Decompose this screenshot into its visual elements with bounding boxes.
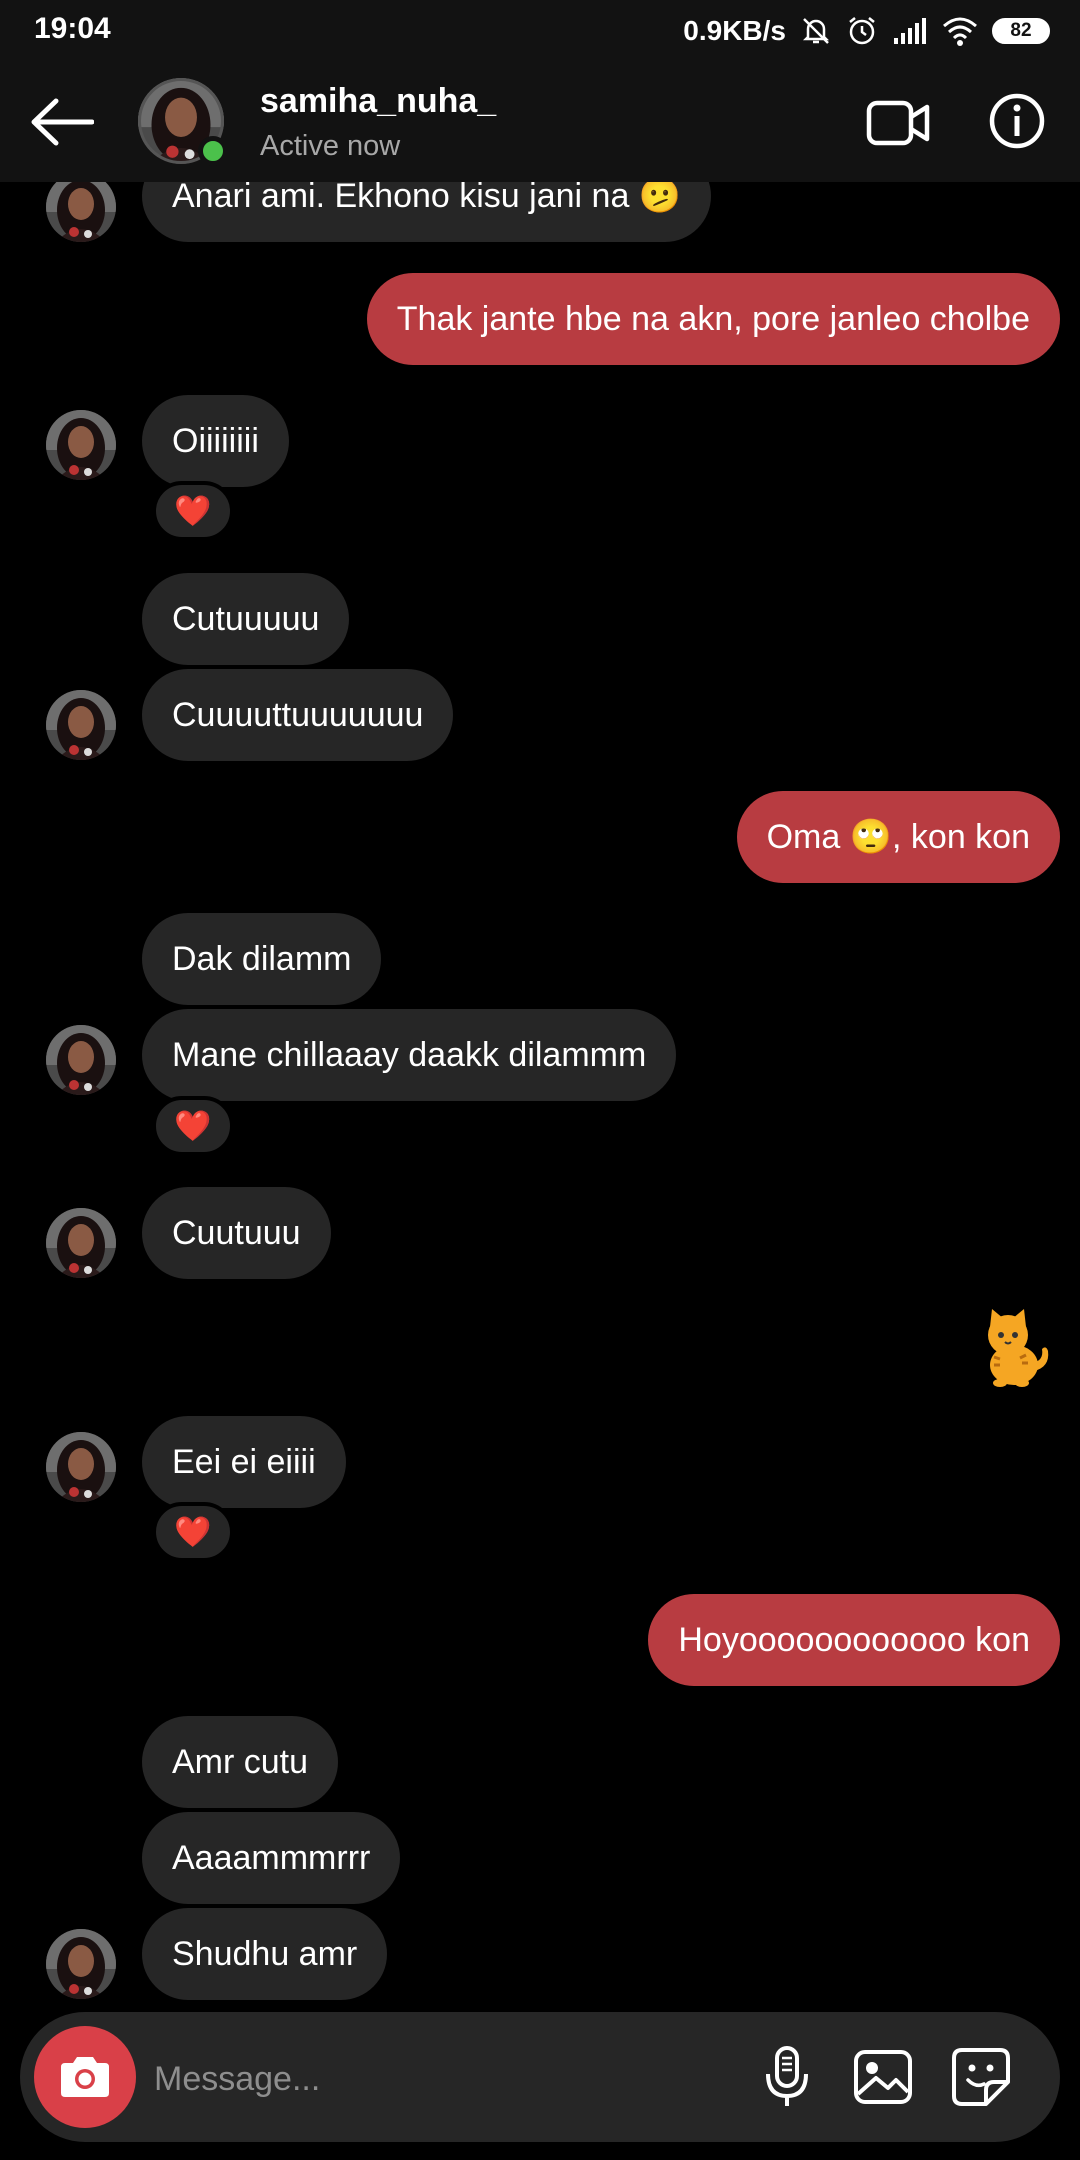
incoming-message[interactable]: Shudhu amr	[142, 1908, 388, 2000]
gallery-icon	[854, 2050, 912, 2104]
battery-icon: 82	[992, 18, 1050, 44]
network-speed: 0.9KB/s	[683, 15, 786, 46]
online-indicator	[198, 136, 228, 166]
info-icon	[989, 93, 1045, 149]
incoming-message[interactable]: Cuuuuttuuuuuuu	[142, 669, 454, 761]
message-thread[interactable]: Anari ami. Ekhono kisu jani na 🫤 Thak ja…	[0, 0, 1080, 2000]
message-input[interactable]	[152, 2052, 736, 2106]
sender-avatar[interactable]	[46, 1025, 116, 1095]
incoming-message[interactable]: Dak dilamm	[142, 913, 382, 1005]
sender-avatar[interactable]	[46, 690, 116, 760]
activity-status: Active now	[260, 130, 401, 162]
profile-avatar[interactable]	[138, 78, 228, 166]
contact-name[interactable]: samiha_nuha_	[260, 82, 496, 121]
signal-icon	[892, 16, 928, 46]
gallery-button[interactable]	[850, 2044, 916, 2110]
video-call-icon	[866, 100, 930, 146]
camera-icon	[61, 2057, 109, 2097]
sticker-button[interactable]	[948, 2044, 1014, 2110]
info-button[interactable]	[988, 92, 1046, 150]
microphone-icon	[766, 2046, 808, 2106]
video-call-button[interactable]	[866, 98, 930, 148]
cat-sticker[interactable]	[970, 1305, 1054, 1389]
heart-icon: ❤️	[174, 1109, 212, 1143]
sticker-icon	[952, 2048, 1010, 2106]
sender-avatar[interactable]	[46, 410, 116, 480]
incoming-message[interactable]: Amr cutu	[142, 1716, 339, 1808]
incoming-message[interactable]: Mane chillaaay daakk dilammm	[142, 1009, 677, 1101]
incoming-message[interactable]: Aaaammmrrr	[142, 1812, 401, 1904]
status-bar: 19:04 0.9KB/s 82	[0, 0, 1080, 62]
camera-button[interactable]	[34, 2026, 136, 2128]
back-arrow-icon	[31, 98, 95, 146]
heart-icon: ❤️	[174, 1515, 212, 1549]
alarm-icon	[846, 15, 878, 47]
incoming-message[interactable]: Oiiiiiiii	[142, 395, 289, 487]
status-time: 19:04	[34, 12, 111, 45]
voice-message-button[interactable]	[754, 2044, 820, 2110]
outgoing-message[interactable]: Hoyoooooooooooo kon	[648, 1594, 1060, 1686]
heart-reaction[interactable]: ❤️	[152, 1502, 234, 1562]
sender-avatar[interactable]	[46, 172, 116, 242]
sender-avatar[interactable]	[46, 1208, 116, 1278]
incoming-message[interactable]: Cutuuuuu	[142, 573, 350, 665]
heart-reaction[interactable]: ❤️	[152, 481, 234, 541]
heart-icon: ❤️	[174, 494, 212, 528]
wifi-icon	[942, 16, 978, 46]
heart-reaction[interactable]: ❤️	[152, 1096, 234, 1156]
outgoing-message[interactable]: Oma 🙄, kon kon	[736, 791, 1060, 883]
back-button[interactable]	[30, 97, 95, 147]
incoming-message[interactable]: Eei ei eiiii	[142, 1416, 346, 1508]
mute-icon	[800, 15, 832, 47]
message-composer	[20, 2012, 1060, 2142]
chat-header: samiha_nuha_ Active now	[0, 62, 1080, 182]
sender-avatar[interactable]	[46, 1432, 116, 1502]
outgoing-message[interactable]: Thak jante hbe na akn, pore janleo cholb…	[366, 273, 1060, 365]
incoming-message[interactable]: Cuutuuu	[142, 1187, 331, 1279]
sender-avatar[interactable]	[46, 1929, 116, 1999]
